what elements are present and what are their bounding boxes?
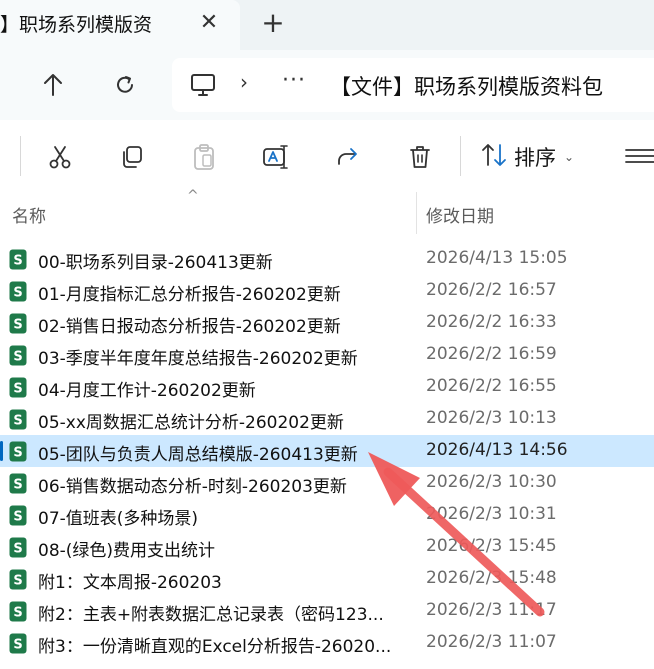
svg-text:S: S	[13, 318, 22, 333]
sort-icon	[480, 142, 508, 172]
file-row[interactable]: S 08-(绿色)费用支出统计 2026/2/3 15:45	[0, 531, 654, 563]
file-row[interactable]: S 05-xx周数据汇总统计分析-260202更新 2026/2/3 10:13	[0, 403, 654, 435]
sort-button[interactable]: 排序 ⌄	[480, 142, 574, 172]
view-menu-icon[interactable]	[624, 146, 654, 166]
new-tab-button[interactable]: +	[258, 8, 288, 38]
share-icon[interactable]	[333, 142, 363, 172]
file-name[interactable]: 00-职场系列目录-260413更新	[38, 248, 273, 273]
divider	[20, 136, 21, 176]
file-name[interactable]: 07-值班表(多种场景)	[38, 504, 198, 529]
file-date-modified: 2026/2/2 16:55	[426, 376, 557, 396]
file-row[interactable]: S 00-职场系列目录-260413更新 2026/4/13 15:05	[0, 243, 654, 275]
spreadsheet-file-icon: S	[9, 313, 27, 334]
file-row[interactable]: S 附2：主表+附表数据汇总记录表（密码123... 2026/2/3 11:17	[0, 595, 654, 627]
file-date-modified: 2026/2/2 16:59	[426, 344, 557, 364]
file-date-modified: 2026/2/3 10:31	[426, 504, 557, 524]
breadcrumb-current[interactable]: 【文件】职场系列模版资料包	[330, 71, 603, 101]
file-name[interactable]: 附1：文本周报-260203	[38, 568, 222, 593]
paste-icon	[189, 142, 219, 172]
spreadsheet-file-icon: S	[9, 473, 27, 494]
tab-title: 】职场系列模版资	[0, 14, 153, 36]
address-bar[interactable]: › ··· 【文件】职场系列模版资料包	[172, 58, 654, 112]
file-name[interactable]: 06-销售数据动态分析-时刻-260203更新	[38, 472, 347, 497]
svg-text:S: S	[13, 574, 22, 589]
tab-active[interactable]: 】职场系列模版资 ✕	[0, 0, 240, 50]
file-name[interactable]: 03-季度半年度年度总结报告-260202更新	[38, 344, 358, 369]
file-name[interactable]: 04-月度工作计-260202更新	[38, 376, 256, 401]
file-name[interactable]: 附2：主表+附表数据汇总记录表（密码123...	[38, 600, 384, 625]
spreadsheet-file-icon: S	[9, 345, 27, 366]
file-name[interactable]: 08-(绿色)费用支出统计	[38, 536, 215, 561]
file-row[interactable]: S 02-销售日报动态分析报告-260202更新 2026/2/2 16:33	[0, 307, 654, 339]
svg-text:S: S	[13, 478, 22, 493]
file-date-modified: 2026/2/2 16:33	[426, 312, 557, 332]
spreadsheet-file-icon: S	[9, 569, 27, 590]
svg-text:S: S	[13, 382, 22, 397]
file-date-modified: 2026/2/3 10:13	[426, 408, 557, 428]
chevron-down-icon: ⌄	[564, 150, 575, 164]
file-name[interactable]: 05-团队与负责人周总结模版-260413更新	[38, 440, 358, 465]
column-header-name[interactable]: 名称	[12, 202, 46, 227]
file-date-modified: 2026/2/3 15:45	[426, 536, 557, 556]
file-row[interactable]: S 05-团队与负责人周总结模版-260413更新 2026/4/13 14:56	[0, 435, 654, 467]
file-row[interactable]: S 01-月度指标汇总分析报告-260202更新 2026/2/2 16:57	[0, 275, 654, 307]
copy-icon[interactable]	[117, 142, 147, 172]
spreadsheet-file-icon: S	[9, 441, 27, 462]
spreadsheet-file-icon: S	[9, 633, 27, 654]
file-row[interactable]: S 04-月度工作计-260202更新 2026/2/2 16:55	[0, 371, 654, 403]
spreadsheet-file-icon: S	[9, 601, 27, 622]
spreadsheet-file-icon: S	[9, 377, 27, 398]
column-headers: ^ 名称 修改日期	[0, 188, 654, 234]
file-row[interactable]: S 附3：一份清晰直观的Excel分析报告-26020... 2026/2/3 11…	[0, 627, 654, 659]
breadcrumb-separator[interactable]: ›	[240, 70, 248, 94]
file-date-modified: 2026/2/3 15:48	[426, 568, 557, 588]
svg-text:S: S	[13, 606, 22, 621]
file-row[interactable]: S 附1：文本周报-260203 2026/2/3 15:48	[0, 563, 654, 595]
cut-icon[interactable]	[45, 142, 75, 172]
file-date-modified: 2026/4/13 14:56	[426, 440, 568, 460]
file-date-modified: 2026/2/3 11:07	[426, 632, 557, 652]
delete-icon[interactable]	[405, 142, 435, 172]
file-row[interactable]: S 03-季度半年度年度总结报告-260202更新 2026/2/2 16:59	[0, 339, 654, 371]
tab-strip: 】职场系列模版资 ✕ +	[0, 0, 654, 50]
close-tab-icon[interactable]: ✕	[196, 10, 222, 36]
svg-text:S: S	[13, 254, 22, 269]
arrow-up-icon[interactable]	[36, 68, 70, 102]
file-name[interactable]: 02-销售日报动态分析报告-260202更新	[38, 312, 341, 337]
sort-label: 排序	[514, 146, 556, 170]
svg-text:S: S	[13, 542, 22, 557]
spreadsheet-file-icon: S	[9, 249, 27, 270]
this-pc-icon[interactable]	[188, 70, 218, 100]
file-date-modified: 2026/2/2 16:57	[426, 280, 557, 300]
file-date-modified: 2026/2/3 11:17	[426, 600, 557, 620]
divider	[460, 136, 461, 176]
sort-ascending-indicator: ^	[187, 188, 199, 204]
spreadsheet-file-icon: S	[9, 537, 27, 558]
file-row[interactable]: S 07-值班表(多种场景) 2026/2/3 10:31	[0, 499, 654, 531]
spreadsheet-file-icon: S	[9, 409, 27, 430]
svg-text:S: S	[13, 446, 22, 461]
file-date-modified: 2026/4/13 15:05	[426, 248, 568, 268]
file-name[interactable]: 05-xx周数据汇总统计分析-260202更新	[38, 408, 344, 433]
selection-indicator	[0, 441, 3, 461]
file-row[interactable]: S 06-销售数据动态分析-时刻-260203更新 2026/2/3 10:30	[0, 467, 654, 499]
breadcrumb-overflow[interactable]: ···	[282, 68, 306, 93]
rename-icon[interactable]	[261, 142, 291, 172]
file-name[interactable]: 附3：一份清晰直观的Excel分析报告-26020...	[38, 632, 391, 657]
spreadsheet-file-icon: S	[9, 505, 27, 526]
file-list: S 00-职场系列目录-260413更新 2026/4/13 15:05 S 01-月度…	[0, 243, 654, 659]
file-date-modified: 2026/2/3 10:30	[426, 472, 557, 492]
column-header-date-modified[interactable]: 修改日期	[426, 202, 494, 227]
svg-text:S: S	[13, 414, 22, 429]
command-bar: 排序 ⌄	[0, 120, 654, 193]
spreadsheet-file-icon: S	[9, 281, 27, 302]
svg-text:S: S	[13, 638, 22, 653]
refresh-icon[interactable]	[108, 68, 142, 102]
navigation-bar: › ··· 【文件】职场系列模版资料包	[0, 50, 654, 120]
file-name[interactable]: 01-月度指标汇总分析报告-260202更新	[38, 280, 341, 305]
svg-text:S: S	[13, 510, 22, 525]
svg-text:S: S	[13, 286, 22, 301]
column-divider[interactable]	[416, 192, 417, 234]
svg-text:S: S	[13, 350, 22, 365]
